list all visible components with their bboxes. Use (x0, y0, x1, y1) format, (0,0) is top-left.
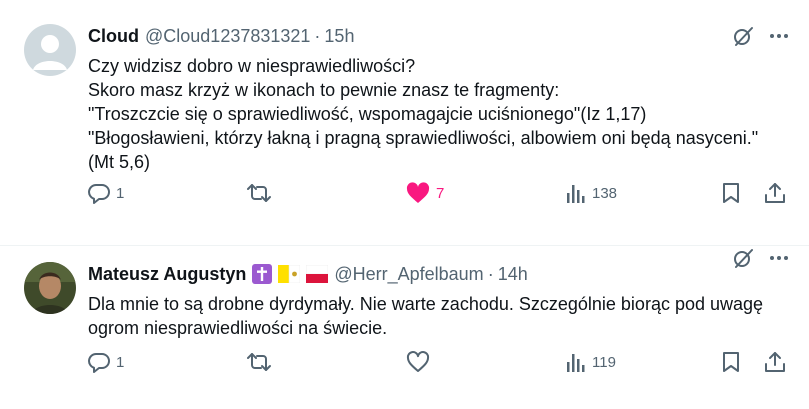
more-options-icon[interactable] (769, 26, 789, 51)
photo-avatar-icon (24, 262, 76, 314)
view-count: 119 (592, 353, 616, 371)
share-icon (764, 182, 786, 204)
view-count: 138 (592, 184, 618, 202)
share-icon (764, 351, 786, 373)
retweet-icon (246, 351, 272, 373)
reply-button[interactable]: 1 (88, 351, 124, 373)
like-button[interactable] (406, 351, 436, 373)
tweet-text: Czy widzisz dobro w niesprawiedliwości? … (88, 56, 759, 172)
reply-count: 1 (116, 353, 125, 371)
bookmark-button[interactable] (722, 351, 740, 373)
latin-cross-icon (252, 264, 273, 284)
user-handle[interactable]: @Herr_Apfelbaum (334, 264, 483, 285)
like-count: 7 (436, 184, 445, 202)
tweet-header: Cloud @Cloud1237831321 · 15h (88, 24, 789, 48)
heart-filled-icon (406, 182, 430, 204)
reply-count: 1 (116, 184, 125, 202)
bookmark-button[interactable] (722, 182, 740, 204)
user-handle[interactable]: @Cloud1237831321 (145, 26, 310, 47)
tweet-text: Dla mnie to są drobne dyrdymały. Nie war… (88, 294, 769, 338)
share-button[interactable] (764, 182, 786, 204)
display-name[interactable]: Cloud (88, 26, 139, 47)
like-button[interactable]: 7 (406, 182, 444, 204)
tweet-header: Mateusz Augustyn @Herr_Apfelbaum · 14h (88, 249, 789, 286)
default-avatar-icon (24, 24, 76, 76)
display-name[interactable]: Mateusz Augustyn (88, 264, 246, 285)
bookmark-icon (722, 351, 740, 373)
grok-icon[interactable] (731, 24, 755, 53)
share-button[interactable] (764, 351, 786, 373)
timestamp[interactable]: 15h (324, 26, 354, 47)
heart-icon (406, 351, 430, 373)
analytics-icon (566, 352, 586, 372)
grok-icon[interactable] (731, 246, 755, 275)
vatican-flag-icon (278, 265, 301, 283)
bookmark-icon (722, 182, 740, 204)
retweet-button[interactable] (246, 182, 278, 204)
more-options-icon[interactable] (769, 248, 789, 273)
poland-flag-icon (306, 265, 329, 283)
avatar[interactable] (24, 262, 76, 314)
timestamp[interactable]: 14h (498, 264, 528, 285)
tweet[interactable]: Mateusz Augustyn @Herr_Apfelbaum · 14h D… (0, 246, 809, 409)
retweet-button[interactable] (246, 351, 278, 373)
reply-button[interactable]: 1 (88, 182, 124, 204)
action-bar: 1 119 (0, 350, 809, 374)
separator-dot: · (314, 25, 321, 46)
separator-dot: · (487, 263, 494, 284)
reply-icon (88, 182, 110, 204)
views-button[interactable]: 138 (566, 183, 617, 203)
reply-icon (88, 351, 110, 373)
avatar[interactable] (24, 24, 76, 76)
analytics-icon (566, 183, 586, 203)
views-button[interactable]: 119 (566, 352, 616, 372)
action-bar: 1 7 138 (0, 181, 809, 205)
retweet-icon (246, 182, 272, 204)
tweet[interactable]: Cloud @Cloud1237831321 · 15h Czy widzisz (0, 0, 809, 246)
